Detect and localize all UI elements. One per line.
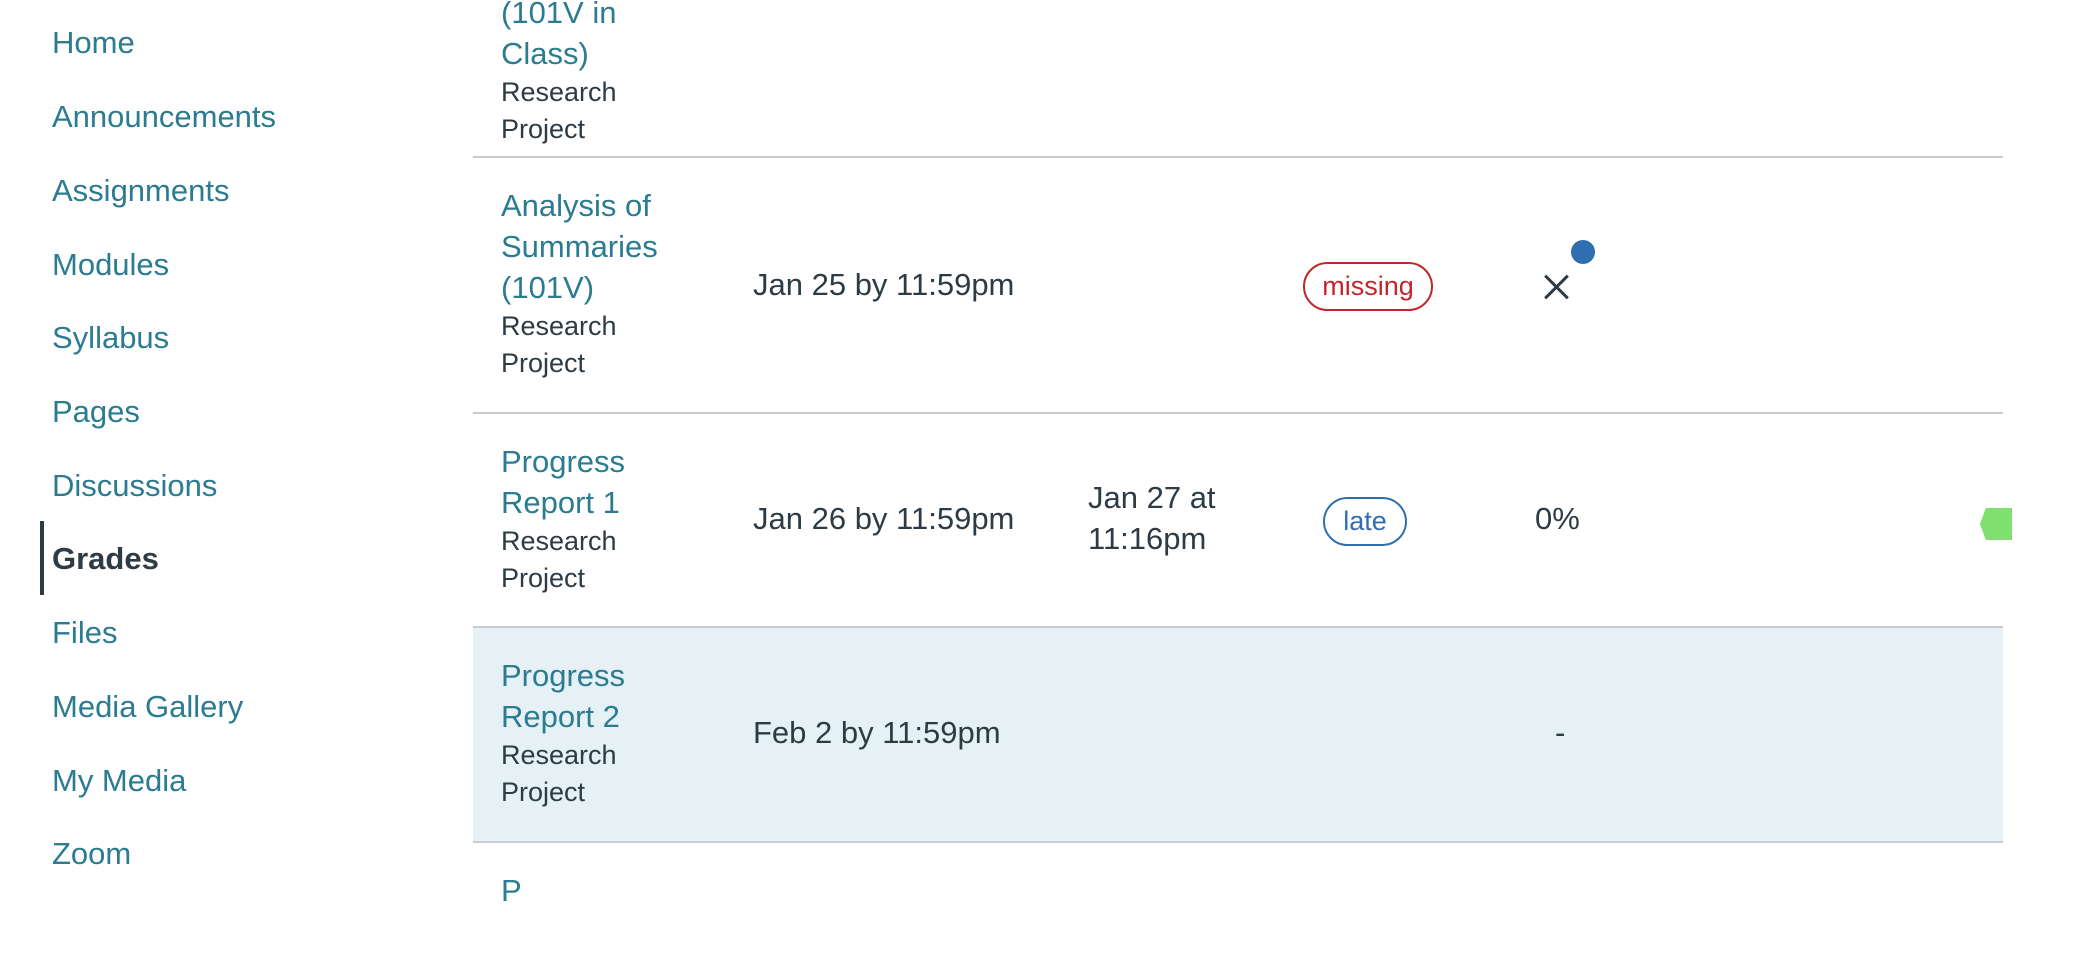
nav-syllabus[interactable]: Syllabus: [52, 318, 169, 358]
nav-my-media[interactable]: My Media: [52, 761, 186, 801]
nav-zoom[interactable]: Zoom: [52, 834, 131, 874]
nav-home[interactable]: Home: [52, 23, 135, 63]
table-row: Progress Report 1 Research Project Jan 2…: [473, 414, 2003, 628]
assignment-category: Research Project: [501, 526, 617, 593]
table-row: (101V in Class) Research Project: [473, 0, 2003, 158]
assignment-link[interactable]: Class): [501, 33, 701, 74]
table-row: P: [473, 843, 2003, 963]
table-row: Progress Report 2 Research Project Feb 2…: [473, 628, 2003, 843]
assignment-cell: (101V in Class) Research Project: [501, 0, 701, 148]
assignment-cell: Progress Report 2 Research Project: [501, 655, 701, 811]
nav-pages[interactable]: Pages: [52, 392, 140, 432]
nav-grades[interactable]: Grades: [52, 539, 159, 579]
nav-files[interactable]: Files: [52, 613, 117, 653]
flag-icon[interactable]: [1980, 508, 2012, 540]
assignment-cell: Progress Report 1 Research Project: [501, 441, 701, 597]
grades-table: (101V in Class) Research Project Analysi…: [473, 0, 2003, 908]
assignment-link[interactable]: Progress Report 2: [501, 655, 701, 737]
due-date: Feb 2 by 11:59pm: [753, 715, 1001, 750]
assignment-category: Research Project: [501, 740, 617, 807]
nav-modules[interactable]: Modules: [52, 245, 169, 285]
assignment-cell: Analysis of Summaries (101V) Research Pr…: [501, 185, 701, 382]
due-date: Jan 25 by 11:59pm: [753, 267, 1015, 302]
nav-discussions[interactable]: Discussions: [52, 466, 217, 506]
assignment-cell: P: [501, 870, 701, 911]
table-row: Analysis of Summaries (101V) Research Pr…: [473, 158, 2003, 414]
assignment-category: Research Project: [501, 77, 617, 144]
nav-announcements[interactable]: Announcements: [52, 97, 276, 137]
nav-assignments[interactable]: Assignments: [52, 171, 229, 211]
score: -: [1555, 715, 1566, 750]
assignment-link[interactable]: Progress Report 1: [501, 441, 701, 523]
course-navigation: Home Announcements Assignments Modules S…: [0, 0, 420, 882]
unread-indicator: [1571, 240, 1595, 264]
late-badge: late: [1323, 497, 1407, 546]
submitted-date: Jan 27 at 11:16pm: [1088, 480, 1216, 556]
assignment-category: Research Project: [501, 311, 617, 378]
x-icon[interactable]: [1543, 273, 1571, 301]
assignment-link[interactable]: Analysis of Summaries (101V): [501, 185, 701, 308]
score: 0%: [1535, 501, 1580, 536]
active-nav-indicator: [40, 521, 44, 595]
due-date: Jan 26 by 11:59pm: [753, 501, 1015, 536]
assignment-link[interactable]: P: [501, 870, 701, 911]
assignment-link[interactable]: (101V in: [501, 0, 701, 33]
nav-media-gallery[interactable]: Media Gallery: [52, 687, 243, 727]
missing-badge: missing: [1303, 262, 1433, 311]
